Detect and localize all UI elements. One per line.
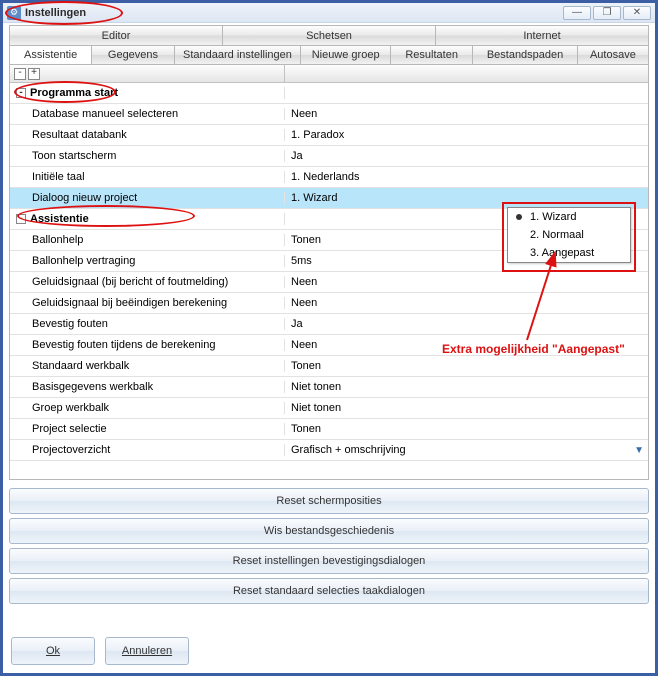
setting-row[interactable]: Database manueel selecterenNeen (10, 104, 648, 125)
setting-row[interactable]: Projectoverzicht Grafisch + omschrijving… (10, 440, 648, 461)
chevron-down-icon[interactable]: ▼ (634, 445, 644, 456)
tab-standaard-instellingen[interactable]: Standaard instellingen (175, 46, 302, 64)
setting-value: Neen (285, 297, 648, 309)
setting-row[interactable]: Groep werkbalkNiet tonen (10, 398, 648, 419)
setting-label: Geluidsignaal bij beëindigen berekening (10, 297, 285, 309)
window-title: Instellingen (25, 7, 86, 19)
tab-assistentie[interactable]: Assistentie (10, 46, 92, 64)
group-name: Assistentie (30, 213, 89, 225)
setting-value: Tonen (285, 360, 648, 372)
bullet-icon (516, 214, 522, 220)
settings-grid: - + -Programma start Database manueel se… (9, 65, 649, 480)
reset-positions-button[interactable]: Reset schermposities (9, 488, 649, 514)
setting-row-selected[interactable]: Dialoog nieuw project 1. Wizard (10, 188, 648, 209)
ok-button[interactable]: Ok (11, 637, 95, 665)
setting-row[interactable]: Geluidsignaal bij beëindigen berekeningN… (10, 293, 648, 314)
setting-label: Ballonhelp vertraging (10, 255, 285, 267)
setting-label: Database manueel selecteren (10, 108, 285, 120)
setting-label: Geluidsignaal (bij bericht of foutmeldin… (10, 276, 285, 288)
dropdown-item[interactable]: 3. Aangepast (508, 244, 630, 262)
tab-row-bottom: Assistentie Gegevens Standaard instellin… (9, 45, 649, 65)
maximize-button[interactable]: ❐ (593, 6, 621, 20)
setting-value: Niet tonen (285, 381, 648, 393)
tab-schetsen[interactable]: Schetsen (223, 26, 436, 45)
setting-row[interactable]: Geluidsignaal (bij bericht of foutmeldin… (10, 272, 648, 293)
setting-label: Project selectie (10, 423, 285, 435)
setting-row[interactable]: Project selectieTonen (10, 419, 648, 440)
setting-value: Tonen (285, 423, 648, 435)
setting-value: Niet tonen (285, 402, 648, 414)
grid-body[interactable]: -Programma start Database manueel select… (10, 83, 648, 480)
window-frame: ⚙ Instellingen — ❐ ✕ Editor Schetsen Int… (0, 0, 658, 676)
setting-label: Groep werkbalk (10, 402, 285, 414)
group-name: Programma start (30, 87, 118, 99)
expand-all-button[interactable]: + (28, 68, 40, 80)
setting-value: 1. Nederlands (285, 171, 648, 183)
setting-row[interactable]: Resultaat databank1. Paradox (10, 125, 648, 146)
setting-label: Projectoverzicht (10, 444, 285, 456)
settings-icon: ⚙ (7, 6, 21, 20)
setting-value: Neen (285, 276, 648, 288)
setting-label: Ballonhelp (10, 234, 285, 246)
setting-label: Bevestig fouten tijdens de berekening (10, 339, 285, 351)
footer-buttons: Ok Annuleren (11, 637, 189, 665)
setting-row[interactable]: Bevestig foutenJa (10, 314, 648, 335)
setting-label: Basisgegevens werkbalk (10, 381, 285, 393)
tab-internet[interactable]: Internet (436, 26, 648, 45)
group-header[interactable]: -Programma start (10, 83, 648, 104)
setting-value: Neen (285, 108, 648, 120)
collapse-icon[interactable]: - (16, 214, 26, 224)
setting-row[interactable]: Basisgegevens werkbalkNiet tonen (10, 377, 648, 398)
setting-value: Neen (285, 339, 648, 351)
dropdown-item[interactable]: 1. Wizard (508, 208, 630, 226)
close-button[interactable]: ✕ (623, 6, 651, 20)
tab-gegevens[interactable]: Gegevens (92, 46, 174, 64)
reset-task-dialogs-button[interactable]: Reset standaard selecties taakdialogen (9, 578, 649, 604)
tab-row-top: Editor Schetsen Internet (9, 25, 649, 45)
setting-value: Ja (285, 318, 648, 330)
minimize-button[interactable]: — (563, 6, 591, 20)
dropdown-popup[interactable]: 1. Wizard 2. Normaal 3. Aangepast (507, 207, 631, 263)
setting-value: Ja (285, 150, 648, 162)
tab-bestandspaden[interactable]: Bestandspaden (473, 46, 577, 64)
setting-label: Toon startscherm (10, 150, 285, 162)
setting-value: Grafisch + omschrijving (285, 444, 648, 456)
setting-row[interactable]: Initiële taal1. Nederlands (10, 167, 648, 188)
tab-nieuwe-groep[interactable]: Nieuwe groep (301, 46, 391, 64)
clear-history-button[interactable]: Wis bestandsgeschiedenis (9, 518, 649, 544)
collapse-all-button[interactable]: - (14, 68, 26, 80)
setting-row[interactable]: Bevestig fouten tijdens de berekeningNee… (10, 335, 648, 356)
setting-row[interactable]: Standaard werkbalkTonen (10, 356, 648, 377)
setting-value: 1. Paradox (285, 129, 648, 141)
tab-resultaten[interactable]: Resultaten (391, 46, 473, 64)
tab-editor[interactable]: Editor (10, 26, 223, 45)
grid-header: - + (10, 65, 648, 83)
setting-label: Standaard werkbalk (10, 360, 285, 372)
action-buttons-panel: Reset schermposities Wis bestandsgeschie… (9, 488, 649, 604)
reset-confirm-dialogs-button[interactable]: Reset instellingen bevestigingsdialogen (9, 548, 649, 574)
setting-row[interactable]: Toon startschermJa (10, 146, 648, 167)
titlebar: ⚙ Instellingen — ❐ ✕ (3, 3, 655, 23)
collapse-icon[interactable]: - (16, 88, 26, 98)
cancel-button[interactable]: Annuleren (105, 637, 189, 665)
setting-label: Bevestig fouten (10, 318, 285, 330)
setting-label: Resultaat databank (10, 129, 285, 141)
setting-label: Initiële taal (10, 171, 285, 183)
tab-autosave[interactable]: Autosave (578, 46, 648, 64)
setting-label: Dialoog nieuw project (10, 192, 285, 204)
setting-value-dropdown[interactable]: 1. Wizard (285, 192, 648, 204)
dropdown-item[interactable]: 2. Normaal (508, 226, 630, 244)
